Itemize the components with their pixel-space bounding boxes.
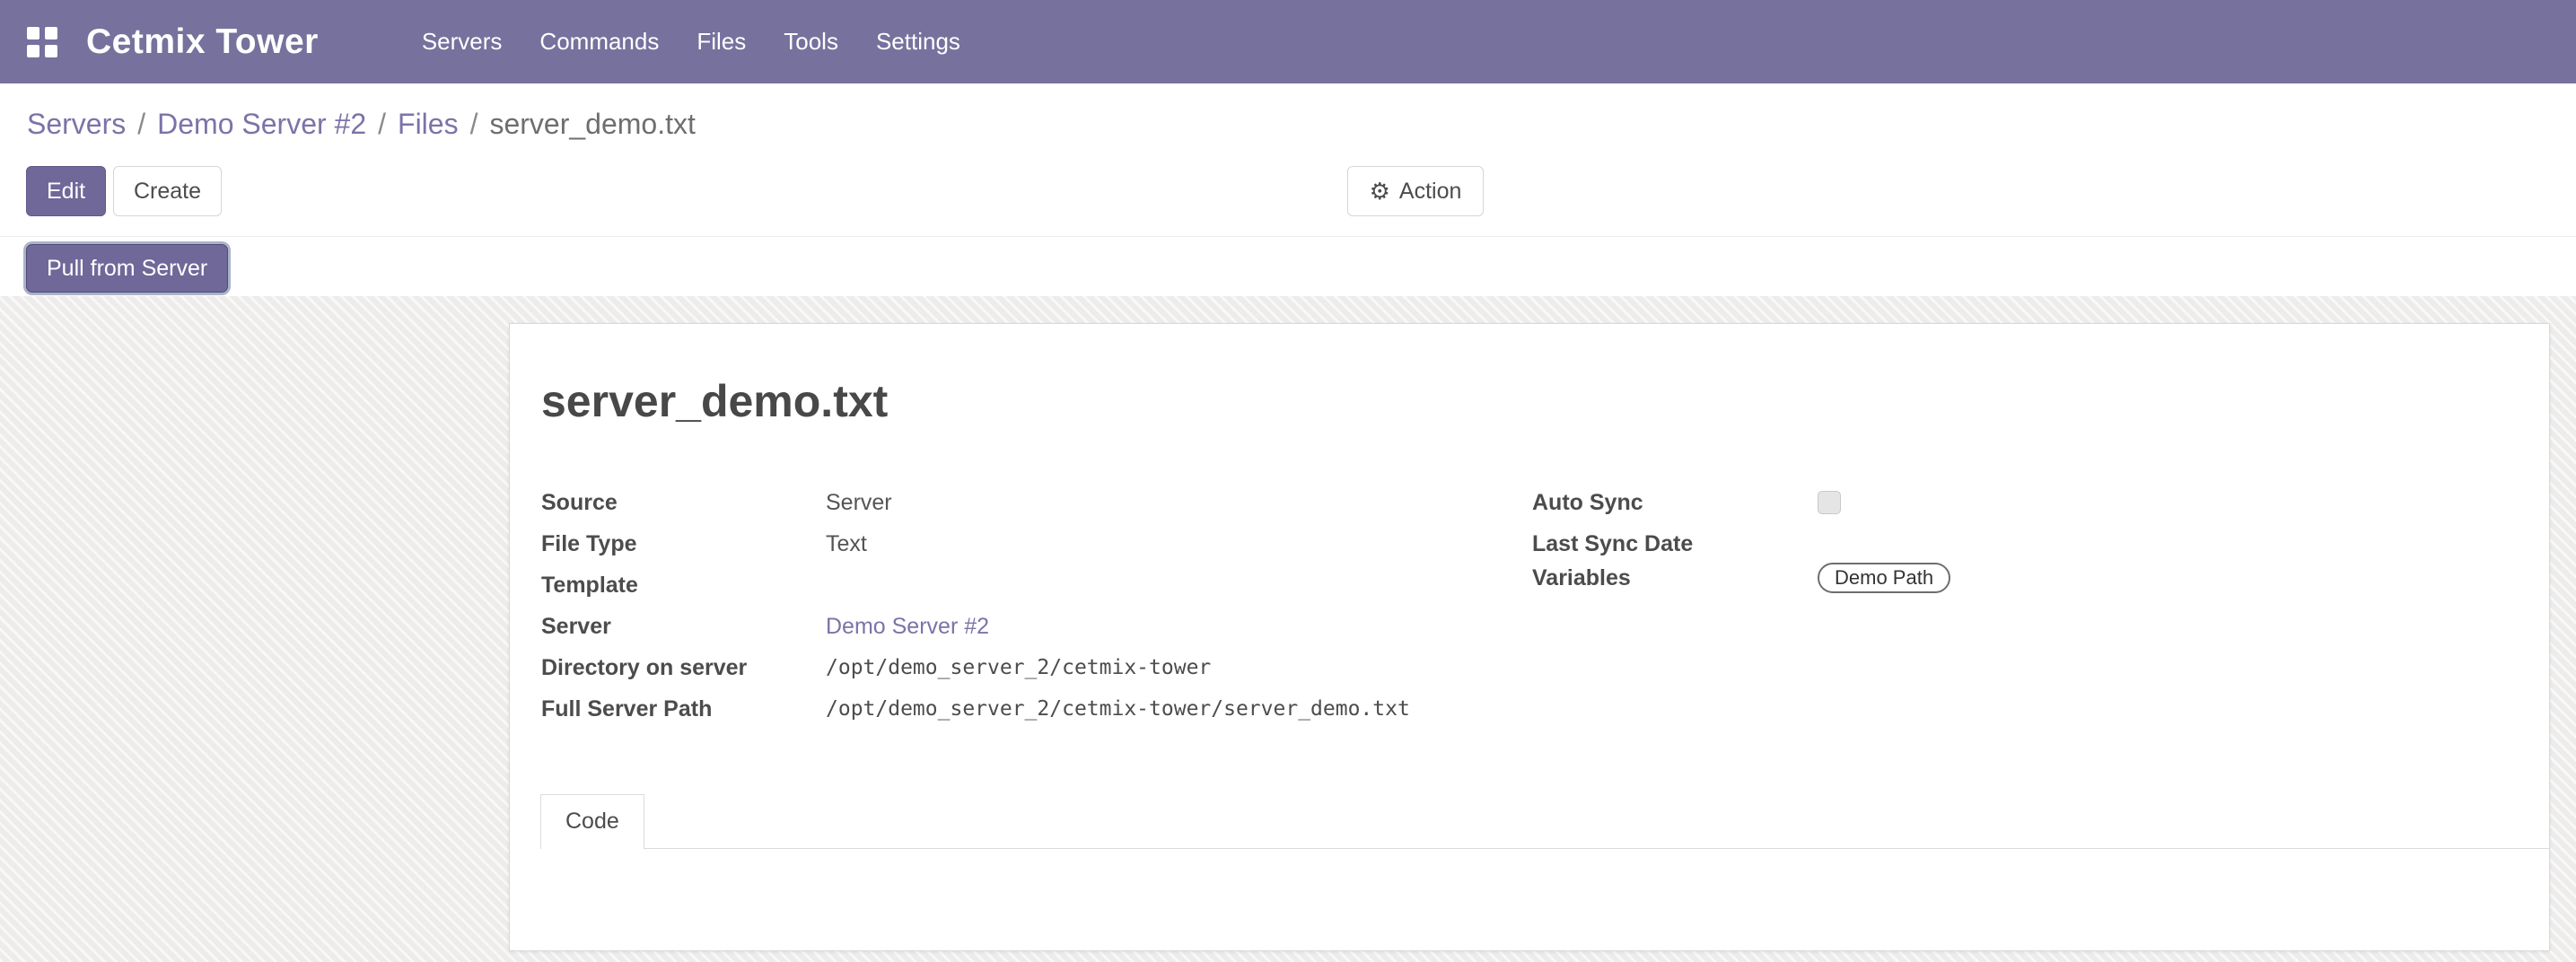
create-button[interactable]: Create	[113, 166, 222, 216]
nav-item-tools[interactable]: Tools	[784, 0, 838, 83]
field-row-auto-sync: Auto Sync	[1532, 482, 2430, 523]
field-row-directory: Directory on server /opt/demo_server_2/c…	[541, 647, 1532, 688]
content-area: server_demo.txt Source Server File Type …	[0, 296, 2576, 962]
apps-grid-square	[27, 45, 39, 57]
form-sheet: server_demo.txt Source Server File Type …	[509, 323, 2550, 951]
record-title: server_demo.txt	[541, 376, 2549, 426]
breadcrumb: Servers / Demo Server #2 / Files / serve…	[0, 83, 2576, 164]
field-label-file-type: File Type	[541, 531, 826, 557]
tab-code[interactable]: Code	[540, 794, 644, 849]
field-label-directory: Directory on server	[541, 655, 826, 681]
nav-item-commands[interactable]: Commands	[539, 0, 659, 83]
field-row-server: Server Demo Server #2	[541, 606, 1532, 647]
action-button-label: Action	[1399, 179, 1461, 205]
breadcrumb-link-demo-server[interactable]: Demo Server #2	[157, 108, 366, 141]
breadcrumb-link-files[interactable]: Files	[398, 108, 459, 141]
field-group-left: Source Server File Type Text Template Se…	[541, 482, 1532, 730]
field-group-right: Auto Sync Last Sync Date Variables Demo …	[1532, 482, 2430, 730]
field-value-server-link[interactable]: Demo Server #2	[826, 614, 989, 640]
nav-item-settings[interactable]: Settings	[876, 0, 960, 83]
notebook-tabs: Code	[540, 793, 2549, 849]
field-row-variables: Variables Demo Path	[1532, 557, 2430, 599]
apps-grid-square	[45, 27, 57, 39]
breadcrumb-link-servers[interactable]: Servers	[27, 108, 126, 141]
breadcrumb-separator: /	[378, 108, 386, 141]
apps-grid-square	[27, 27, 39, 39]
pull-from-server-button[interactable]: Pull from Server	[26, 244, 228, 293]
toolbar-divider	[0, 236, 2576, 237]
nav-item-servers[interactable]: Servers	[422, 0, 503, 83]
field-label-full-path: Full Server Path	[541, 696, 826, 722]
apps-menu-icon[interactable]	[27, 27, 57, 57]
variable-tag-demo-path[interactable]: Demo Path	[1818, 563, 1950, 593]
edit-button[interactable]: Edit	[26, 166, 106, 216]
field-label-variables: Variables	[1532, 565, 1818, 591]
field-row-full-path: Full Server Path /opt/demo_server_2/cetm…	[541, 688, 1532, 730]
auto-sync-checkbox[interactable]	[1818, 491, 1841, 514]
gear-icon: ⚙	[1370, 179, 1390, 203]
field-label-server: Server	[541, 614, 826, 640]
field-label-last-sync-date: Last Sync Date	[1532, 531, 1818, 557]
app-brand[interactable]: Cetmix Tower	[86, 22, 319, 62]
field-label-template: Template	[541, 573, 826, 599]
field-label-source: Source	[541, 490, 826, 516]
field-groups: Source Server File Type Text Template Se…	[510, 482, 2549, 730]
nav-item-files[interactable]: Files	[697, 0, 746, 83]
field-row-source: Source Server	[541, 482, 1532, 523]
apps-grid-square	[45, 45, 57, 57]
breadcrumb-separator: /	[470, 108, 478, 141]
field-value-source: Server	[826, 490, 892, 516]
field-value-full-path: /opt/demo_server_2/cetmix-tower/server_d…	[826, 697, 1410, 721]
main-menu: Servers Commands Files Tools Settings	[422, 0, 960, 83]
field-label-auto-sync: Auto Sync	[1532, 490, 1818, 516]
top-navbar: Cetmix Tower Servers Commands Files Tool…	[0, 0, 2576, 83]
field-row-file-type: File Type Text	[541, 523, 1532, 564]
field-row-template: Template	[541, 564, 1532, 606]
field-value-directory: /opt/demo_server_2/cetmix-tower	[826, 656, 1211, 679]
field-value-file-type: Text	[826, 531, 867, 557]
action-button[interactable]: ⚙ Action	[1347, 166, 1484, 216]
breadcrumb-current: server_demo.txt	[489, 108, 695, 141]
form-toolbar: Edit Create ⚙ Action	[0, 166, 2576, 235]
statusbar: Pull from Server	[0, 244, 2576, 296]
breadcrumb-separator: /	[137, 108, 145, 141]
